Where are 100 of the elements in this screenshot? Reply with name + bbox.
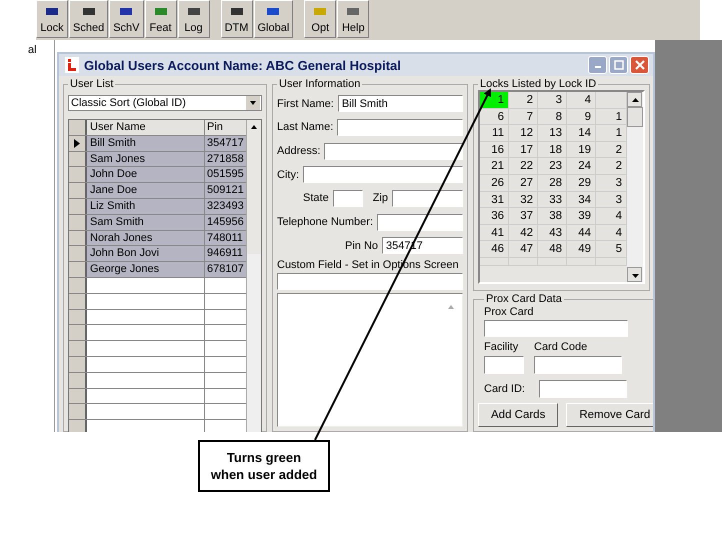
table-row[interactable] [69, 325, 246, 342]
table-row[interactable] [69, 404, 246, 420]
input-field[interactable] [277, 273, 463, 290]
input-field[interactable] [324, 142, 463, 160]
lock-cell[interactable]: 43 [538, 224, 567, 242]
input-field[interactable] [337, 118, 463, 136]
card-button[interactable]: Add Cards [478, 403, 558, 427]
table-row[interactable] [69, 341, 246, 357]
table-row[interactable] [69, 278, 246, 294]
lock-cell[interactable]: 44 [567, 224, 596, 242]
lock-cell[interactable]: 1 [596, 125, 627, 142]
lock-cell[interactable]: 21 [480, 158, 509, 175]
lock-cell[interactable]: 38 [538, 208, 567, 225]
table-row[interactable] [69, 356, 246, 373]
input-field[interactable] [484, 320, 628, 337]
table-row[interactable]: John Bon Jovi 946911 [69, 246, 246, 262]
lock-cell[interactable]: 4 [596, 224, 627, 242]
scroll-thumb[interactable] [627, 107, 643, 127]
lock-cell[interactable]: 42 [509, 224, 538, 242]
lock-cell[interactable]: 27 [509, 174, 538, 192]
lock-cell[interactable]: 2 [596, 142, 627, 158]
lock-cell[interactable]: 26 [480, 174, 509, 192]
lock-cell[interactable]: 1 [596, 108, 627, 126]
table-row[interactable] [69, 294, 246, 310]
lock-cell[interactable]: 17 [509, 142, 538, 158]
lock-cell[interactable]: 1 [480, 92, 509, 109]
lock-cell[interactable]: 8 [538, 108, 567, 126]
lock-cell[interactable]: 13 [538, 125, 567, 142]
input-field[interactable] [332, 190, 363, 207]
toolbar-button[interactable]: Help [337, 0, 370, 38]
lock-cell[interactable]: 39 [567, 208, 596, 225]
lock-cell[interactable]: 48 [538, 241, 567, 258]
input-field[interactable] [392, 190, 463, 207]
lock-cell[interactable]: 3 [538, 92, 567, 109]
lock-cell[interactable]: 28 [538, 174, 567, 192]
input-field[interactable] [377, 214, 463, 231]
lock-cell[interactable]: 33 [538, 192, 567, 208]
toolbar-button[interactable]: DTM [220, 0, 252, 38]
lock-cell[interactable]: 4 [596, 208, 627, 225]
lock-cell[interactable] [596, 92, 627, 109]
input-field[interactable]: Bill Smith [338, 95, 463, 112]
scrollbar[interactable] [627, 92, 643, 282]
lock-cell[interactable]: 47 [509, 241, 538, 258]
lock-cell[interactable]: 37 [509, 208, 538, 225]
lock-cell[interactable]: 2 [509, 92, 538, 109]
field-label: Facility [484, 341, 520, 353]
lock-cell[interactable]: 36 [480, 208, 509, 225]
toolbar-button[interactable]: Opt [304, 0, 336, 38]
table-row[interactable]: Liz Smith 323493 [69, 198, 246, 215]
table-row[interactable]: Sam Jones 271858 [69, 152, 246, 168]
lock-cell[interactable]: 12 [509, 125, 538, 142]
toolbar-button[interactable]: SchV [109, 0, 144, 38]
sort-dropdown[interactable]: Classic Sort (Global ID) [68, 95, 262, 111]
toolbar-button[interactable]: Log [178, 0, 210, 38]
toolbar-button[interactable]: Global [254, 0, 294, 38]
lock-cell[interactable]: 5 [596, 241, 627, 258]
input-field[interactable] [303, 166, 463, 184]
table-row[interactable]: John Doe 051595 [69, 167, 246, 184]
close-button[interactable] [630, 56, 649, 74]
lock-cell[interactable]: 34 [567, 192, 596, 208]
lock-cell[interactable]: 18 [538, 142, 567, 158]
input-field[interactable] [484, 356, 524, 374]
lock-cell[interactable]: 2 [596, 158, 627, 175]
input-field[interactable] [538, 380, 627, 398]
lock-cell[interactable]: 16 [480, 142, 509, 158]
toolbar-button[interactable]: Feat [144, 0, 176, 38]
table-row[interactable]: Bill Smith 354717 [69, 136, 246, 152]
card-button[interactable]: Remove Card [566, 403, 653, 427]
table-row[interactable]: Norah Jones 748011 [69, 230, 246, 246]
lock-cell[interactable]: 4 [567, 92, 596, 109]
scrollbar[interactable] [246, 120, 261, 432]
table-row[interactable]: George Jones 678107 [69, 262, 246, 278]
notes-area[interactable] [277, 292, 463, 428]
lock-cell[interactable]: 3 [596, 174, 627, 192]
lock-cell[interactable]: 9 [567, 108, 596, 126]
toolbar-button[interactable]: Sched [69, 0, 108, 38]
lock-cell[interactable]: 19 [567, 142, 596, 158]
lock-cell[interactable]: 11 [480, 125, 509, 142]
lock-cell[interactable]: 32 [509, 192, 538, 208]
table-row[interactable] [69, 388, 246, 404]
lock-cell[interactable]: 29 [567, 174, 596, 192]
lock-cell[interactable]: 14 [567, 125, 596, 142]
lock-cell[interactable]: 49 [567, 241, 596, 258]
input-field[interactable] [534, 356, 622, 374]
lock-cell[interactable]: 6 [480, 108, 509, 126]
lock-cell[interactable]: 46 [480, 241, 509, 258]
lock-cell[interactable]: 24 [567, 158, 596, 175]
lock-cell[interactable]: 3 [596, 192, 627, 208]
toolbar-button[interactable]: Lock [36, 0, 68, 38]
lock-cell[interactable]: 7 [509, 108, 538, 126]
table-row[interactable] [69, 310, 246, 326]
lock-cell[interactable]: 22 [509, 158, 538, 175]
lock-cell[interactable]: 23 [538, 158, 567, 175]
lock-cell[interactable]: 31 [480, 192, 509, 208]
table-row[interactable] [69, 372, 246, 389]
table-row[interactable]: Sam Smith 145956 [69, 214, 246, 231]
maximize-button[interactable] [609, 56, 628, 74]
table-row[interactable]: Jane Doe 509121 [69, 183, 246, 199]
minimize-button[interactable] [588, 56, 607, 74]
lock-cell[interactable]: 41 [480, 224, 509, 242]
